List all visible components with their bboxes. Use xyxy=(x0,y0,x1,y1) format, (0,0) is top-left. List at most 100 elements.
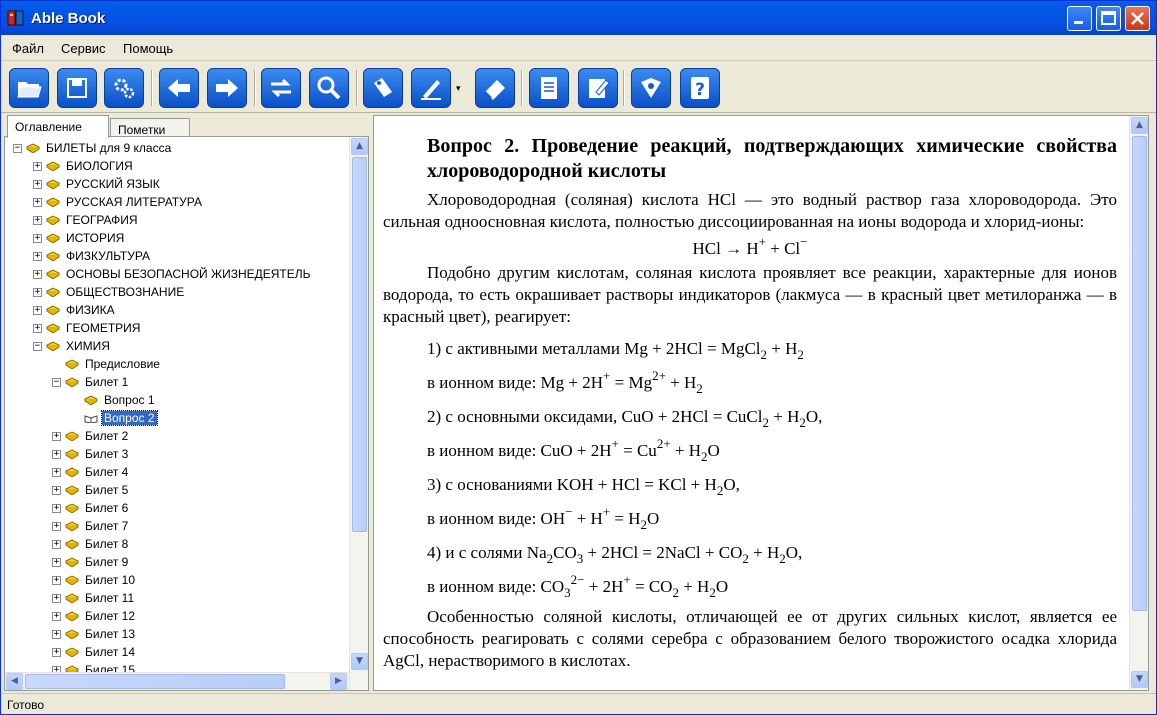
expand-icon[interactable]: + xyxy=(52,575,61,585)
title-bar[interactable]: Able Book xyxy=(1,1,1156,35)
forward-button[interactable] xyxy=(207,68,247,108)
expand-icon[interactable]: + xyxy=(52,593,61,603)
back-button[interactable] xyxy=(159,68,199,108)
menu-service[interactable]: Сервис xyxy=(61,41,106,56)
tree-ticket[interactable]: + Билет 14 xyxy=(52,643,137,661)
scroll-up-arrow-icon[interactable]: ▲ xyxy=(351,138,368,155)
tree-ticket[interactable]: + Билет 10 xyxy=(52,571,137,589)
document-vertical-scrollbar[interactable]: ▲ ▼ xyxy=(1129,116,1148,690)
tree-ticket[interactable]: + Билет 5 xyxy=(52,481,130,499)
hscroll-thumb[interactable] xyxy=(25,674,285,689)
menu-file[interactable]: Файл xyxy=(12,41,44,56)
edit-notes-button[interactable] xyxy=(578,68,618,108)
scroll-right-arrow-icon[interactable]: ▶ xyxy=(330,673,347,690)
book-icon xyxy=(65,593,79,603)
tree-subject[interactable]: + БИОЛОГИЯ xyxy=(33,157,135,175)
sync-button[interactable] xyxy=(261,68,301,108)
tree-node-label: ОБЩЕСТВОЗНАНИЕ xyxy=(66,285,185,299)
tree-ticket[interactable]: + Билет 4 xyxy=(52,463,130,481)
tree-ticket[interactable]: + Билет 2 xyxy=(52,427,130,445)
expand-icon[interactable]: + xyxy=(52,431,61,441)
tree-ticket[interactable]: + Билет 13 xyxy=(52,625,137,643)
tree-ticket[interactable]: + Билет 9 xyxy=(52,553,130,571)
tree-ticket[interactable]: + Билет 11 xyxy=(52,589,136,607)
tree-horizontal-scrollbar[interactable]: ◀ ▶ xyxy=(5,672,349,690)
pen-button[interactable] xyxy=(411,68,451,108)
help-button[interactable]: ? xyxy=(680,68,720,108)
tree-subject[interactable]: + ФИЗИКА xyxy=(33,301,117,319)
settings-button[interactable] xyxy=(104,68,144,108)
expand-icon[interactable]: + xyxy=(33,269,42,279)
scroll-down-arrow-icon[interactable]: ▼ xyxy=(351,653,368,670)
tree-subject[interactable]: + ГЕОМЕТРИЯ xyxy=(33,319,142,337)
bookmark-button[interactable] xyxy=(363,68,403,108)
maximize-button[interactable] xyxy=(1096,6,1121,31)
expand-icon[interactable]: + xyxy=(52,485,61,495)
tree-ticket[interactable]: + Билет 8 xyxy=(52,535,130,553)
tree-ticket[interactable]: + Билет 3 xyxy=(52,445,130,463)
tree-ticket[interactable]: + Билет 7 xyxy=(52,517,130,535)
tree-vertical-scrollbar[interactable]: ▲ ▼ xyxy=(349,137,368,690)
expand-icon[interactable]: + xyxy=(33,197,42,207)
tree-question-2[interactable]: Вопрос 2 xyxy=(71,409,158,427)
expand-icon[interactable]: + xyxy=(33,305,42,315)
expand-icon[interactable]: + xyxy=(33,251,42,261)
collapse-icon[interactable]: − xyxy=(52,377,61,387)
doc-scroll-down-arrow-icon[interactable]: ▼ xyxy=(1131,671,1148,688)
doc-scroll-thumb[interactable] xyxy=(1132,136,1147,611)
eraser-button[interactable] xyxy=(475,68,515,108)
tree-node-label: РУССКИЙ ЯЗЫК xyxy=(66,177,160,191)
tree-question-1[interactable]: Вопрос 1 xyxy=(71,391,157,409)
tab-contents[interactable]: Оглавление xyxy=(7,115,109,138)
expand-icon[interactable]: + xyxy=(33,323,42,333)
tree-preface[interactable]: Предисловие xyxy=(52,355,162,373)
tree-subject[interactable]: + РУССКАЯ ЛИТЕРАТУРА xyxy=(33,193,204,211)
expand-icon[interactable]: + xyxy=(52,449,61,459)
tree-root[interactable]: − БИЛЕТЫ для 9 класса xyxy=(13,139,173,157)
menu-help[interactable]: Помощь xyxy=(123,41,173,56)
book-settings-button[interactable] xyxy=(631,68,671,108)
expand-icon[interactable]: + xyxy=(52,557,61,567)
expand-icon[interactable]: + xyxy=(52,467,61,477)
expand-icon[interactable]: + xyxy=(52,611,61,621)
tree-ticket[interactable]: + Билет 6 xyxy=(52,499,130,517)
expand-icon[interactable]: + xyxy=(33,179,42,189)
expand-icon[interactable]: + xyxy=(33,161,42,171)
expand-icon[interactable]: + xyxy=(52,521,61,531)
tree-node-label: Предисловие xyxy=(85,357,160,371)
tree-subject[interactable]: + ИСТОРИЯ xyxy=(33,229,126,247)
collapse-icon[interactable]: − xyxy=(13,143,22,153)
book-gear-icon xyxy=(641,78,661,98)
expand-icon[interactable]: + xyxy=(33,287,42,297)
save-button[interactable] xyxy=(57,68,97,108)
pen-dropdown-arrow-icon[interactable]: ▾ xyxy=(456,84,461,94)
expand-icon[interactable]: + xyxy=(52,629,61,639)
tree-subject-chemistry[interactable]: − ХИМИЯ xyxy=(33,337,112,355)
tree-ticket[interactable]: + Билет 12 xyxy=(52,607,137,625)
close-icon xyxy=(1131,12,1144,25)
book-icon xyxy=(46,323,60,333)
tree-subject[interactable]: + ГЕОГРАФИЯ xyxy=(33,211,140,229)
tree-subject[interactable]: + ФИЗКУЛЬТУРА xyxy=(33,247,152,265)
book-icon xyxy=(65,467,79,477)
open-button[interactable] xyxy=(9,68,49,108)
minimize-button[interactable] xyxy=(1067,6,1092,31)
scroll-thumb[interactable] xyxy=(352,157,367,532)
document-edit-icon xyxy=(589,79,610,98)
expand-icon[interactable]: + xyxy=(33,215,42,225)
doc-scroll-up-arrow-icon[interactable]: ▲ xyxy=(1131,117,1148,134)
scroll-left-arrow-icon[interactable]: ◀ xyxy=(6,673,23,690)
tree-subject[interactable]: + ОБЩЕСТВОЗНАНИЕ xyxy=(33,283,186,301)
collapse-icon[interactable]: − xyxy=(33,341,42,351)
expand-icon[interactable]: + xyxy=(33,233,42,243)
close-button[interactable] xyxy=(1125,6,1150,31)
expand-icon[interactable]: + xyxy=(52,503,61,513)
tree-subject[interactable]: + РУССКИЙ ЯЗЫК xyxy=(33,175,162,193)
expand-icon[interactable]: + xyxy=(52,539,61,549)
tree-ticket-1[interactable]: − Билет 1 xyxy=(52,373,130,391)
notes-button[interactable] xyxy=(529,68,569,108)
tab-notes[interactable]: Пометки xyxy=(110,118,190,137)
expand-icon[interactable]: + xyxy=(52,647,61,657)
search-button[interactable] xyxy=(309,68,349,108)
tree-subject[interactable]: + ОСНОВЫ БЕЗОПАСНОЙ ЖИЗНЕДЕЯТЕЛЬ xyxy=(33,265,313,283)
